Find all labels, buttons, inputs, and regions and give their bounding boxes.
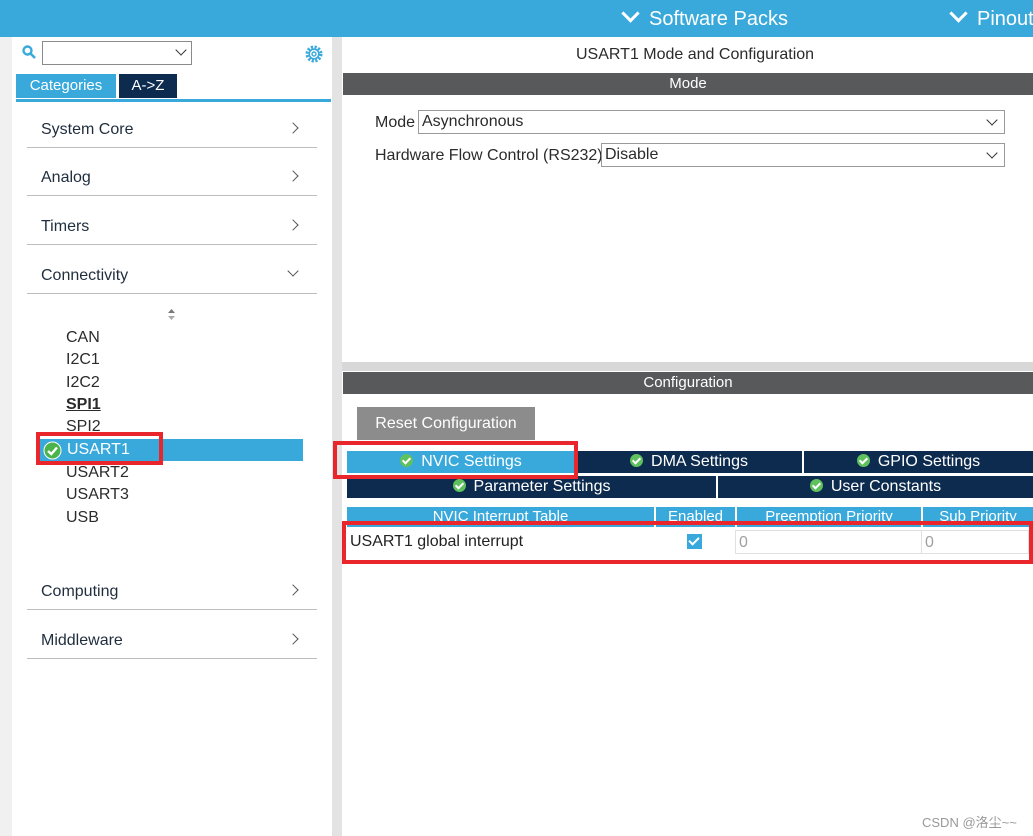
tab-dma-settings[interactable]: DMA Settings <box>576 451 802 473</box>
connectivity-item-can[interactable]: CAN <box>66 329 100 347</box>
check-circle-icon <box>452 479 466 492</box>
chevron-down-icon <box>986 114 998 126</box>
page-title: USART1 Mode and Configuration <box>576 46 815 63</box>
category-timers[interactable]: Timers <box>27 210 317 245</box>
tab-gpio-settings[interactable]: GPIO Settings <box>804 451 1033 473</box>
connectivity-item-i2c2[interactable]: I2C2 <box>66 374 100 392</box>
top-menu-bar <box>0 0 1033 37</box>
check-circle-icon <box>630 454 644 467</box>
category-computing[interactable]: Computing <box>27 575 317 610</box>
chevron-down-icon <box>175 44 187 56</box>
connectivity-item-i2c1[interactable]: I2C1 <box>66 351 100 369</box>
tab-parameter-settings[interactable]: Parameter Settings <box>347 476 716 498</box>
chevron-right-icon <box>287 122 299 134</box>
mode-section-header: Mode <box>343 73 1033 95</box>
chevron-right-icon <box>287 219 299 231</box>
search-icon[interactable] <box>22 45 36 59</box>
tab-user-constants[interactable]: User Constants <box>718 476 1033 498</box>
mode-select[interactable]: Asynchronous <box>418 110 1005 134</box>
gear-icon[interactable] <box>304 44 324 64</box>
chevron-down-icon <box>949 4 968 23</box>
category-connectivity[interactable]: Connectivity <box>27 259 317 294</box>
category-system-core[interactable]: System Core <box>27 113 317 148</box>
chevron-down-icon <box>621 4 640 23</box>
panel-splitter[interactable] <box>332 37 342 836</box>
chevron-down-icon <box>986 147 998 159</box>
highlight-usart1 <box>36 432 163 465</box>
chevron-right-icon <box>287 633 299 645</box>
tab-underline <box>16 99 331 102</box>
chevron-down-icon <box>287 265 299 277</box>
configuration-section-header: Configuration <box>343 372 1033 394</box>
tab-categories[interactable]: Categories <box>16 74 116 98</box>
check-circle-icon <box>809 479 823 492</box>
flow-control-label: Hardware Flow Control (RS232) <box>375 147 603 164</box>
connectivity-item-usart3[interactable]: USART3 <box>66 486 129 504</box>
pinout-menu[interactable]: Pinout <box>949 4 1033 31</box>
tab-a-to-z[interactable]: A->Z <box>119 74 177 98</box>
mode-label: Mode <box>375 114 416 131</box>
reset-configuration-button[interactable]: Reset Configuration <box>357 407 535 440</box>
category-analog[interactable]: Analog <box>27 161 317 196</box>
sort-arrows-icon[interactable] <box>166 308 177 321</box>
check-circle-icon <box>856 454 870 467</box>
chevron-right-icon <box>287 584 299 596</box>
highlight-nvic-tab <box>333 441 578 479</box>
connectivity-item-spi1[interactable]: SPI1 <box>66 396 101 414</box>
search-input[interactable] <box>42 41 192 65</box>
connectivity-item-usb[interactable]: USB <box>66 509 99 527</box>
flow-control-select[interactable]: Disable <box>601 143 1005 167</box>
panel-divider[interactable] <box>342 362 1033 371</box>
software-packs-menu[interactable]: Software Packs <box>621 4 788 31</box>
highlight-interrupt-row <box>342 521 1033 564</box>
chevron-right-icon <box>287 170 299 182</box>
category-middleware[interactable]: Middleware <box>27 624 317 659</box>
connectivity-item-usart2[interactable]: USART2 <box>66 464 129 482</box>
watermark: CSDN @洛尘~~ <box>922 815 1017 830</box>
